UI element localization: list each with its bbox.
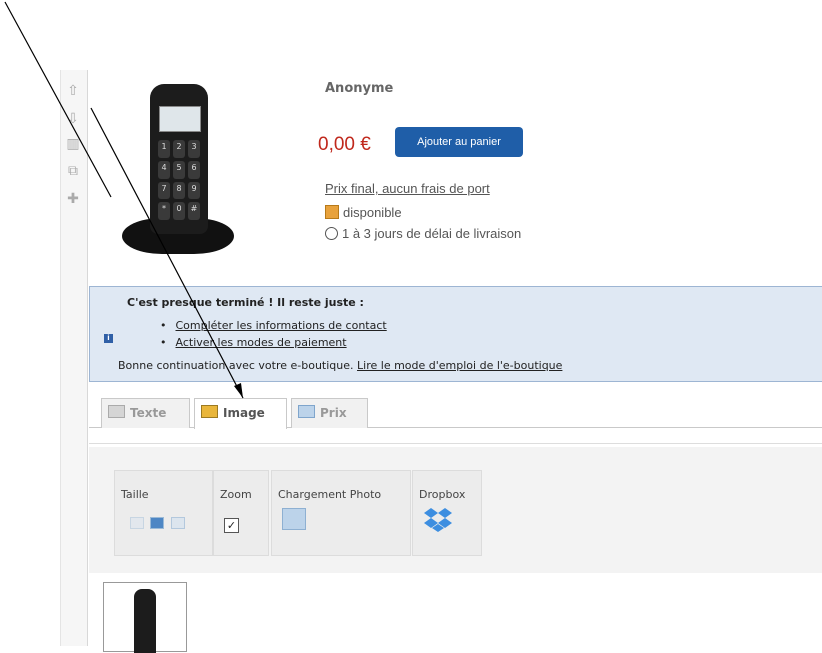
annotation-arrows (4, 1, 244, 399)
